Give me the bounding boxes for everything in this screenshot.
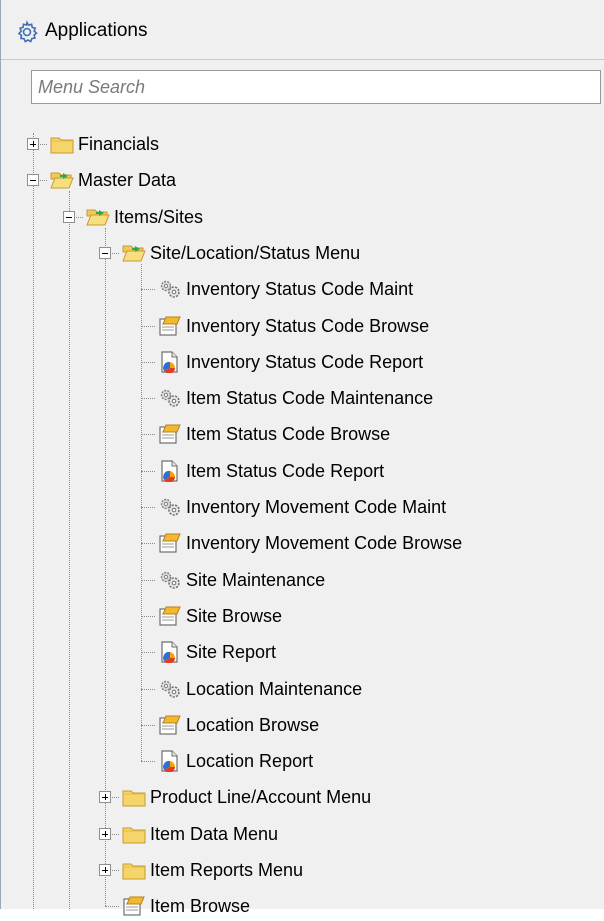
- tree-node-label[interactable]: Product Line/Account Menu: [150, 786, 371, 808]
- tree-node-label[interactable]: Site Report: [186, 641, 276, 663]
- expand-icon[interactable]: [99, 827, 111, 840]
- tree-node-label[interactable]: Item Status Code Browse: [186, 423, 390, 445]
- tree-connector: [141, 470, 155, 472]
- folder-closed-icon: [121, 786, 147, 808]
- expand-icon[interactable]: [99, 791, 111, 804]
- gears-icon: [157, 387, 183, 409]
- browse-icon: [157, 423, 183, 445]
- tree-node-label[interactable]: Location Report: [186, 750, 313, 772]
- tree-node-label[interactable]: Inventory Status Code Report: [186, 351, 423, 373]
- tree-node-label[interactable]: Inventory Movement Code Browse: [186, 532, 462, 554]
- folder-open-icon: [121, 242, 147, 264]
- report-icon: [157, 351, 183, 374]
- gears-icon: [157, 678, 183, 700]
- gears-icon: [157, 496, 183, 518]
- tree-connector: [141, 398, 155, 400]
- tree-node-label[interactable]: Inventory Status Code Browse: [186, 315, 429, 337]
- tree-node-label[interactable]: Site/Location/Status Menu: [150, 242, 360, 264]
- tree-connector: [141, 361, 155, 363]
- tree-connector: [141, 289, 155, 291]
- expand-icon[interactable]: [27, 138, 39, 150]
- browse-icon: [157, 714, 183, 736]
- tree-node-label[interactable]: Location Maintenance: [186, 678, 362, 700]
- tree-connector: [141, 434, 155, 436]
- tree-connector: [141, 761, 155, 763]
- tree-node-label[interactable]: Site Browse: [186, 605, 282, 627]
- tree-node-label[interactable]: Site Maintenance: [186, 569, 325, 591]
- collapse-icon[interactable]: [99, 246, 111, 259]
- gears-icon: [157, 569, 183, 591]
- tree-branch-guide: [69, 191, 70, 909]
- folder-closed-icon: [121, 823, 147, 845]
- tree-connector: [141, 688, 155, 690]
- menu-tree: Financials Master Data Items/Sites Site/Loc…: [1, 0, 604, 916]
- tree-connector: [141, 652, 155, 654]
- folder-closed-icon: [49, 133, 75, 155]
- tree-connector: [141, 543, 155, 545]
- tree-node-label[interactable]: Inventory Movement Code Maint: [186, 496, 446, 518]
- gears-icon: [157, 278, 183, 300]
- report-icon: [157, 460, 183, 483]
- tree-branch-guide: [141, 263, 142, 762]
- tree-node-label[interactable]: Item Browse: [150, 895, 250, 917]
- tree-node-label[interactable]: Master Data: [78, 169, 176, 191]
- collapse-icon[interactable]: [27, 174, 39, 187]
- tree-node-label[interactable]: Item Status Code Maintenance: [186, 387, 433, 409]
- tree-connector: [141, 615, 155, 617]
- report-icon: [157, 641, 183, 664]
- tree-connector: [141, 507, 155, 508]
- browse-icon: [157, 315, 183, 337]
- browse-icon: [157, 605, 183, 627]
- tree-node-label[interactable]: Inventory Status Code Maint: [186, 278, 413, 300]
- folder-open-icon: [49, 169, 75, 191]
- tree-node-label[interactable]: Location Browse: [186, 714, 319, 736]
- applications-panel: Applications FinancialsMaster DataItems/…: [0, 0, 604, 916]
- browse-icon: [121, 895, 147, 917]
- tree-node-label[interactable]: Item Reports Menu: [150, 859, 303, 881]
- tree-connector: [141, 325, 155, 327]
- tree-connector: [141, 579, 155, 581]
- collapse-icon[interactable]: [63, 210, 75, 223]
- tree-branch-guide: [105, 227, 106, 907]
- tree-node-label[interactable]: Item Status Code Report: [186, 460, 384, 482]
- browse-icon: [157, 532, 183, 554]
- report-icon: [157, 750, 183, 773]
- tree-root-guide: [33, 133, 34, 909]
- folder-open-icon: [85, 206, 111, 228]
- tree-node-label[interactable]: Item Data Menu: [150, 823, 278, 845]
- tree-node-label[interactable]: Financials: [78, 133, 159, 155]
- expand-icon[interactable]: [99, 864, 111, 876]
- tree-connector: [141, 724, 155, 726]
- tree-connector: [105, 906, 119, 908]
- folder-closed-icon: [121, 859, 147, 881]
- tree-node-label[interactable]: Items/Sites: [114, 206, 203, 228]
